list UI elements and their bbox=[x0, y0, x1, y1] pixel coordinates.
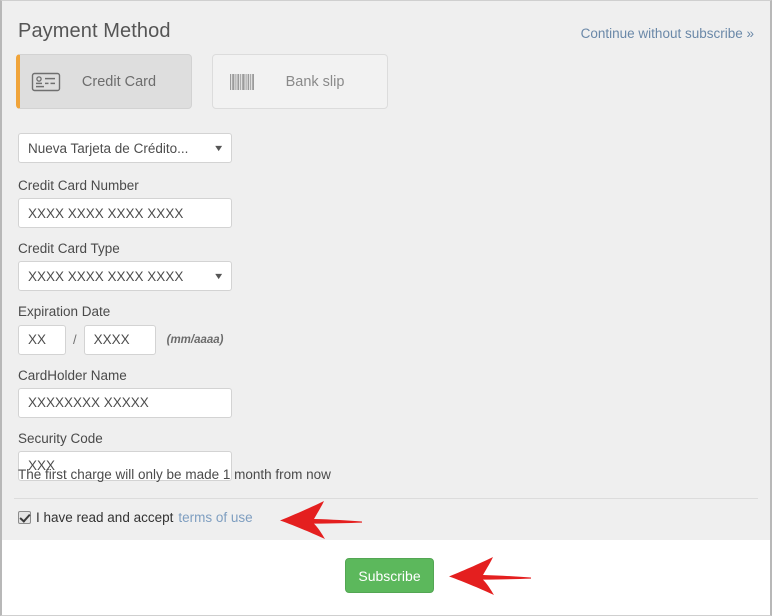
card-type-select[interactable]: XXXX XXXX XXXX XXXX ▼ bbox=[18, 261, 232, 292]
expiration-month-input[interactable] bbox=[18, 324, 66, 355]
payment-panel: Payment Method Continue without subscrib… bbox=[2, 1, 770, 540]
terms-acceptance-row: I have read and accept terms of use bbox=[18, 510, 253, 525]
expiration-date-label: Expiration Date bbox=[18, 304, 111, 320]
expiration-format-hint: (mm/aaaa) bbox=[166, 333, 224, 346]
barcode-icon bbox=[227, 71, 257, 93]
accept-terms-checkbox[interactable] bbox=[18, 511, 31, 524]
tab-bank-slip-label: Bank slip bbox=[285, 73, 345, 90]
credit-card-form: Nueva Tarjeta de Crédito... ▼ Credit Car… bbox=[18, 133, 438, 481]
saved-card-select-value: Nueva Tarjeta de Crédito... bbox=[28, 140, 189, 156]
terms-of-use-link[interactable]: terms of use bbox=[178, 510, 252, 525]
accept-terms-label: I have read and accept bbox=[36, 510, 174, 525]
tab-credit-card-label: Credit Card bbox=[81, 73, 157, 90]
card-type-label: Credit Card Type bbox=[18, 241, 120, 257]
security-code-label: Security Code bbox=[18, 430, 103, 446]
first-charge-note: The first charge will only be made 1 mon… bbox=[18, 467, 331, 482]
expiration-year-input[interactable] bbox=[83, 324, 156, 355]
payment-method-screen: Payment Method Continue without subscrib… bbox=[0, 0, 772, 616]
credit-card-icon bbox=[31, 71, 61, 93]
saved-card-select[interactable]: Nueva Tarjeta de Crédito... ▼ bbox=[18, 133, 232, 163]
section-divider bbox=[14, 498, 758, 499]
tab-bank-slip[interactable]: Bank slip bbox=[212, 54, 388, 109]
subscribe-button[interactable]: Subscribe bbox=[345, 558, 434, 593]
payment-method-tabs: Credit Card Bank slip bbox=[16, 54, 388, 109]
cardholder-name-input[interactable] bbox=[18, 387, 232, 418]
form-footer: Subscribe bbox=[2, 540, 770, 615]
continue-without-subscribe-link[interactable]: Continue without subscribe » bbox=[581, 26, 754, 41]
chevron-down-icon: ▼ bbox=[212, 270, 225, 281]
page-title: Payment Method bbox=[18, 20, 171, 42]
expiration-separator: / bbox=[73, 332, 77, 348]
cardholder-name-label: CardHolder Name bbox=[18, 367, 127, 383]
chevron-down-icon: ▼ bbox=[212, 142, 225, 153]
card-number-label: Credit Card Number bbox=[18, 178, 139, 193]
tab-credit-card[interactable]: Credit Card bbox=[16, 54, 192, 109]
card-type-select-value: XXXX XXXX XXXX XXXX bbox=[28, 268, 184, 284]
card-number-input[interactable] bbox=[18, 198, 232, 229]
expiration-date-row: / (mm/aaaa) bbox=[18, 324, 438, 355]
